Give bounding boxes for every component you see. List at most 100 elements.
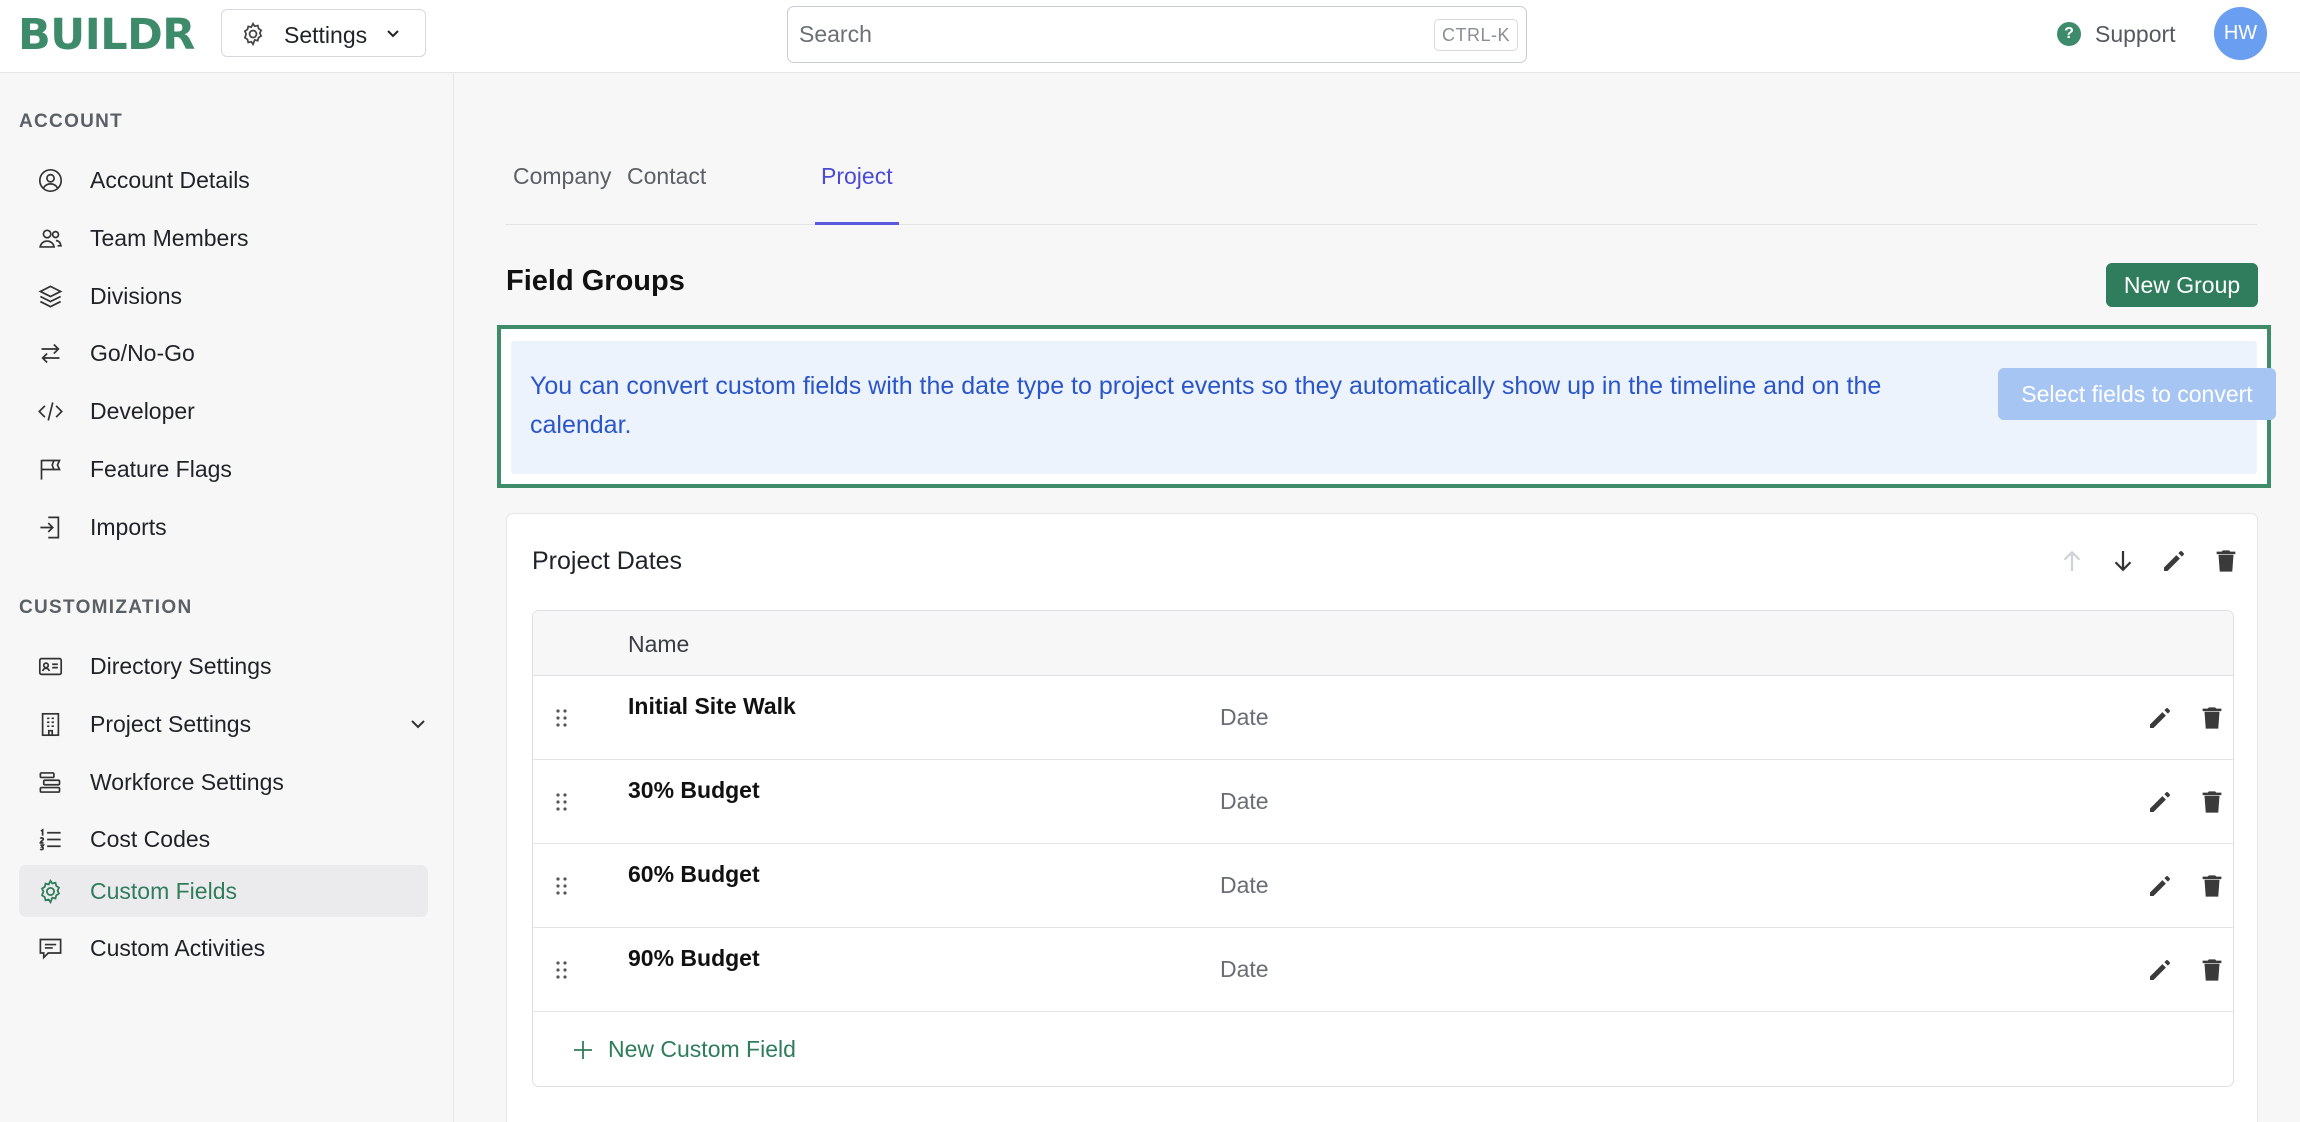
delete-field-icon[interactable] bbox=[2197, 871, 2227, 901]
table-row: Initial Site Walk Date bbox=[533, 676, 2233, 760]
sidebar-item-label: Account Details bbox=[90, 167, 250, 193]
delete-field-icon[interactable] bbox=[2197, 703, 2227, 733]
sidebar-item-label: Developer bbox=[90, 398, 195, 424]
plus-icon bbox=[574, 1041, 592, 1059]
field-type: Date bbox=[1220, 788, 1269, 814]
sidebar-item-label: Feature Flags bbox=[90, 456, 232, 482]
new-custom-field-label: New Custom Field bbox=[608, 1036, 796, 1062]
edit-field-icon[interactable] bbox=[2145, 871, 2175, 901]
date-conversion-notice: You can convert custom fields with the d… bbox=[511, 341, 2276, 474]
field-group-title: Project Dates bbox=[532, 547, 683, 575]
delete-group-icon[interactable] bbox=[2211, 546, 2241, 576]
sidebar-item-feature-flags[interactable]: Feature Flags bbox=[19, 443, 428, 495]
gear-icon bbox=[243, 21, 263, 47]
notice-highlight: You can convert custom fields with the d… bbox=[497, 325, 2276, 488]
top-bar: BUILDR Settings CTRL-K ? Support HW bbox=[0, 0, 2300, 73]
edit-field-icon[interactable] bbox=[2145, 955, 2175, 985]
field-group-card: Project Dates Name Initial Site Walk Dat… bbox=[506, 513, 2258, 1122]
field-name: 30% Budget bbox=[628, 777, 760, 803]
code-icon bbox=[37, 398, 64, 425]
user-circle-icon bbox=[37, 167, 64, 194]
tab-project[interactable]: Project bbox=[815, 163, 899, 225]
list-numbered-icon bbox=[37, 826, 64, 853]
new-group-button[interactable]: New Group bbox=[2106, 263, 2258, 307]
move-down-icon[interactable] bbox=[2108, 546, 2138, 576]
support-label: Support bbox=[2095, 20, 2176, 47]
sidebar-item-developer[interactable]: Developer bbox=[19, 385, 428, 437]
workforce-icon bbox=[37, 769, 64, 796]
chat-icon bbox=[37, 935, 64, 962]
sidebar-item-label: Custom Activities bbox=[90, 935, 266, 961]
field-type: Date bbox=[1220, 872, 1269, 898]
tab-contact[interactable]: Contact bbox=[627, 163, 706, 225]
settings-context-dropdown[interactable]: Settings bbox=[221, 9, 426, 57]
page-title: Field Groups bbox=[506, 265, 685, 297]
sidebar-item-label: Team Members bbox=[90, 225, 249, 251]
sidebar-item-label: Directory Settings bbox=[90, 653, 272, 679]
arrows-swap-icon bbox=[37, 340, 64, 367]
sidebar-item-label: Project Settings bbox=[90, 711, 252, 737]
edit-group-icon[interactable] bbox=[2159, 546, 2189, 576]
sidebar-item-label: Custom Fields bbox=[90, 878, 237, 904]
field-name: 60% Budget bbox=[628, 861, 760, 887]
gear-icon bbox=[37, 878, 64, 905]
sidebar-section-customization: CUSTOMIZATION bbox=[19, 597, 193, 618]
search-shortcut-badge: CTRL-K bbox=[1433, 19, 1518, 51]
sidebar-item-custom-fields[interactable]: Custom Fields bbox=[19, 865, 428, 917]
sidebar-item-cost-codes[interactable]: Cost Codes bbox=[19, 813, 428, 865]
tab-company[interactable]: Company bbox=[513, 163, 611, 225]
drag-handle-icon[interactable] bbox=[553, 958, 571, 982]
search-input[interactable] bbox=[799, 17, 1359, 51]
edit-field-icon[interactable] bbox=[2145, 787, 2175, 817]
app-logo[interactable]: BUILDR bbox=[18, 10, 195, 60]
sidebar-item-directory-settings[interactable]: Directory Settings bbox=[19, 640, 428, 692]
drag-handle-icon[interactable] bbox=[553, 706, 571, 730]
edit-field-icon[interactable] bbox=[2145, 703, 2175, 733]
drag-handle-icon[interactable] bbox=[553, 790, 571, 814]
sidebar-item-custom-activities[interactable]: Custom Activities bbox=[19, 922, 428, 974]
field-type: Date bbox=[1220, 956, 1269, 982]
main-content: Company Contact Project Field Groups New… bbox=[455, 73, 2300, 1122]
delete-field-icon[interactable] bbox=[2197, 955, 2227, 985]
select-fields-to-convert-button[interactable]: Select fields to convert bbox=[1998, 368, 2276, 420]
users-icon bbox=[37, 225, 64, 252]
notice-message: You can convert custom fields with the d… bbox=[530, 372, 1882, 439]
help-icon: ? bbox=[2057, 22, 2081, 46]
table-row: 30% Budget Date bbox=[533, 760, 2233, 844]
field-name: 90% Budget bbox=[628, 945, 760, 971]
building-icon bbox=[37, 711, 64, 738]
flag-icon bbox=[37, 456, 64, 483]
sidebar-item-go-no-go[interactable]: Go/No-Go bbox=[19, 327, 428, 379]
sidebar-item-label: Go/No-Go bbox=[90, 340, 195, 366]
support-link[interactable]: ? Support bbox=[2057, 19, 2176, 49]
settings-context-label: Settings bbox=[284, 22, 368, 48]
sidebar-item-project-settings[interactable]: Project Settings bbox=[19, 698, 428, 750]
delete-field-icon[interactable] bbox=[2197, 787, 2227, 817]
import-icon bbox=[37, 514, 64, 541]
settings-sidebar: ACCOUNT Account Details Team Members Div… bbox=[0, 73, 454, 1122]
sidebar-item-workforce-settings[interactable]: Workforce Settings bbox=[19, 756, 428, 808]
sidebar-item-label: Divisions bbox=[90, 283, 183, 309]
sidebar-item-team-members[interactable]: Team Members bbox=[19, 212, 428, 264]
chevron-down-icon bbox=[387, 30, 399, 38]
sidebar-item-label: Cost Codes bbox=[90, 826, 211, 852]
field-type: Date bbox=[1220, 704, 1269, 730]
layers-icon bbox=[37, 283, 64, 310]
user-avatar[interactable]: HW bbox=[2214, 7, 2267, 60]
settings-tabs: Company Contact Project bbox=[505, 143, 2257, 225]
sidebar-item-divisions[interactable]: Divisions bbox=[19, 270, 428, 322]
sidebar-section-account: ACCOUNT bbox=[19, 111, 124, 132]
id-card-icon bbox=[37, 653, 64, 680]
search-box[interactable]: CTRL-K bbox=[787, 6, 1527, 63]
fields-table: Name Initial Site Walk Date 30% Budget D… bbox=[532, 610, 2234, 1087]
move-up-icon[interactable] bbox=[2057, 546, 2087, 576]
table-header: Name bbox=[533, 611, 2233, 676]
column-header-name: Name bbox=[628, 631, 690, 657]
table-row: 90% Budget Date bbox=[533, 928, 2233, 1012]
sidebar-item-imports[interactable]: Imports bbox=[19, 501, 428, 553]
drag-handle-icon[interactable] bbox=[553, 874, 571, 898]
table-row: 60% Budget Date bbox=[533, 844, 2233, 928]
sidebar-item-label: Imports bbox=[90, 514, 167, 540]
chevron-down-icon[interactable] bbox=[408, 716, 428, 732]
sidebar-item-account-details[interactable]: Account Details bbox=[19, 154, 428, 206]
